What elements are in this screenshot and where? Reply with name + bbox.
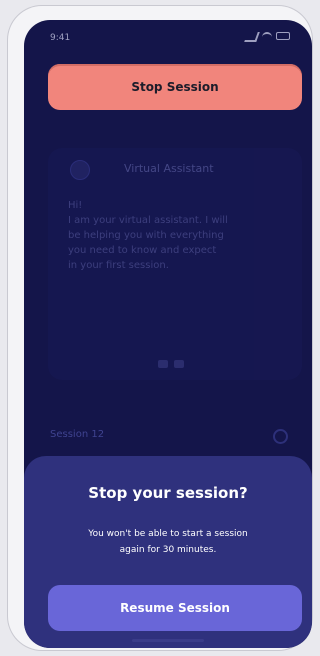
resume-session-button[interactable]: Resume Session [48, 585, 302, 631]
phone-frame: 9:41 Stop Session Virtual Assistant Hi! … [8, 6, 312, 650]
card-footer [158, 360, 184, 368]
status-time: 9:41 [50, 33, 71, 43]
app-screen: 9:41 Stop Session Virtual Assistant Hi! … [24, 20, 312, 648]
home-indicator [132, 639, 204, 642]
sheet-body-line-1: You won't be able to start a session [88, 529, 248, 539]
mic-icon [158, 360, 168, 368]
status-bar: 9:41 [24, 20, 312, 48]
stop-session-sheet: Stop your session? You won't be able to … [24, 456, 312, 648]
stop-session-label: Stop Session [131, 80, 219, 94]
sheet-body-line-2: again for 30 minutes. [119, 545, 217, 555]
assistant-avatar-icon [70, 160, 90, 180]
session-label: Session 12 [50, 429, 105, 440]
sheet-body: You won't be able to start a session aga… [44, 526, 292, 558]
chat-card: Virtual Assistant Hi! I am your virtual … [48, 148, 302, 380]
stop-session-button[interactable]: Stop Session [48, 64, 302, 110]
sheet-title: Stop your session? [88, 484, 248, 502]
battery-icon [276, 32, 290, 40]
message-line: I am your virtual assistant. I will [68, 215, 228, 226]
send-icon [174, 360, 184, 368]
assistant-message: Hi! I am your virtual assistant. I will … [68, 198, 288, 273]
message-line: Hi! [68, 200, 83, 211]
message-line: be helping you with everything [68, 230, 224, 241]
signal-icon [244, 32, 260, 42]
resume-session-label: Resume Session [120, 601, 230, 615]
message-line: in your first session. [68, 260, 169, 271]
message-line: you need to know and expect [68, 245, 217, 256]
status-icons [244, 32, 290, 42]
assistant-name: Virtual Assistant [124, 162, 214, 175]
wifi-icon [262, 32, 272, 42]
gear-icon[interactable] [273, 429, 288, 444]
